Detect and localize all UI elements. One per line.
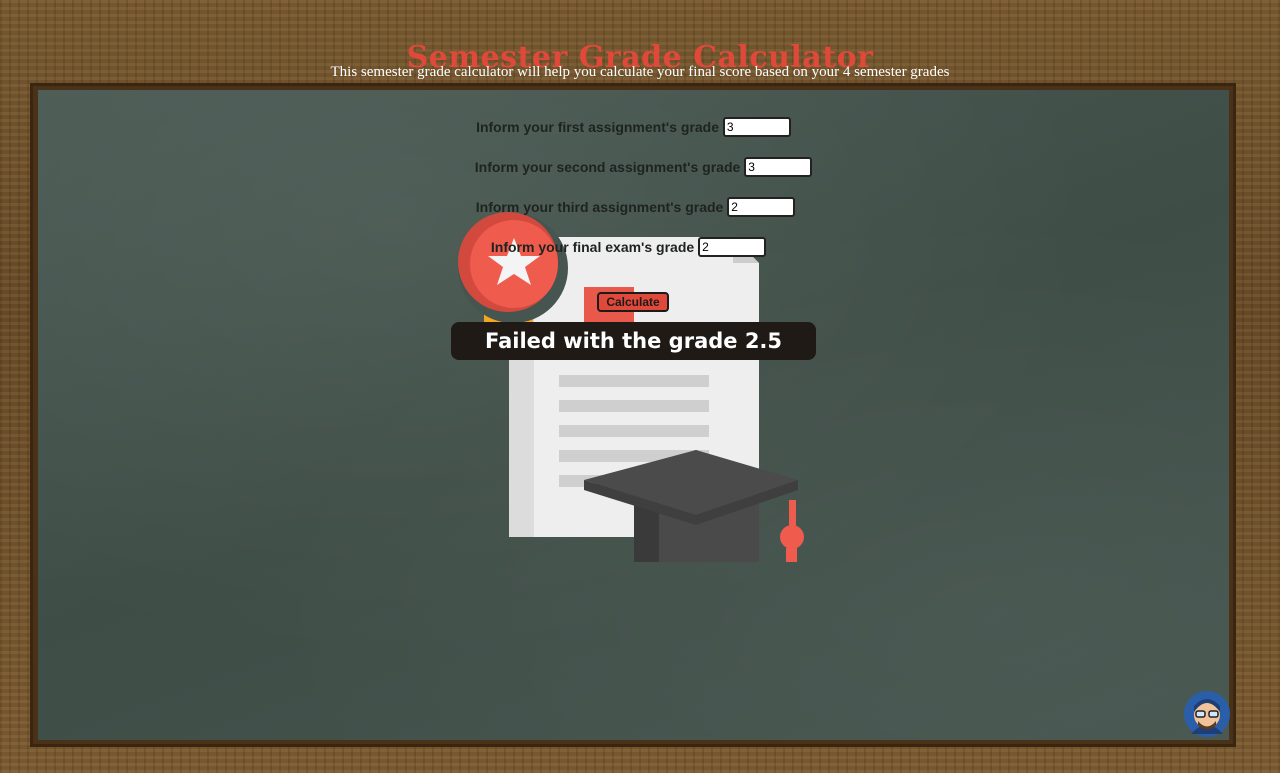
diploma-illustration (458, 212, 804, 562)
result-banner: Failed with the grade 2.5 (451, 322, 816, 360)
third-assignment-input[interactable] (727, 197, 796, 217)
field-row-final-exam: Inform your final exam's grade (38, 237, 1224, 257)
first-assignment-input[interactable] (722, 117, 791, 137)
page-subtitle: This semester grade calculator will help… (330, 64, 950, 80)
second-assignment-input[interactable] (744, 157, 813, 177)
first-assignment-label: Inform your first assignment's grade (476, 119, 720, 135)
calculate-button[interactable]: Calculate (597, 292, 669, 312)
second-assignment-label: Inform your second assignment's grade (474, 159, 741, 175)
field-row-first-assignment: Inform your first assignment's grade (38, 117, 1229, 137)
final-exam-input[interactable] (698, 237, 767, 257)
developer-avatar-icon[interactable] (1183, 690, 1231, 738)
field-row-third-assignment: Inform your third assignment's grade (40, 197, 1229, 217)
field-row-second-assignment: Inform your second assignment's grade (48, 157, 1229, 177)
third-assignment-label: Inform your third assignment's grade (475, 199, 724, 215)
final-exam-label: Inform your final exam's grade (490, 239, 695, 255)
chalkboard: Inform your first assignment's grade Inf… (38, 90, 1229, 740)
